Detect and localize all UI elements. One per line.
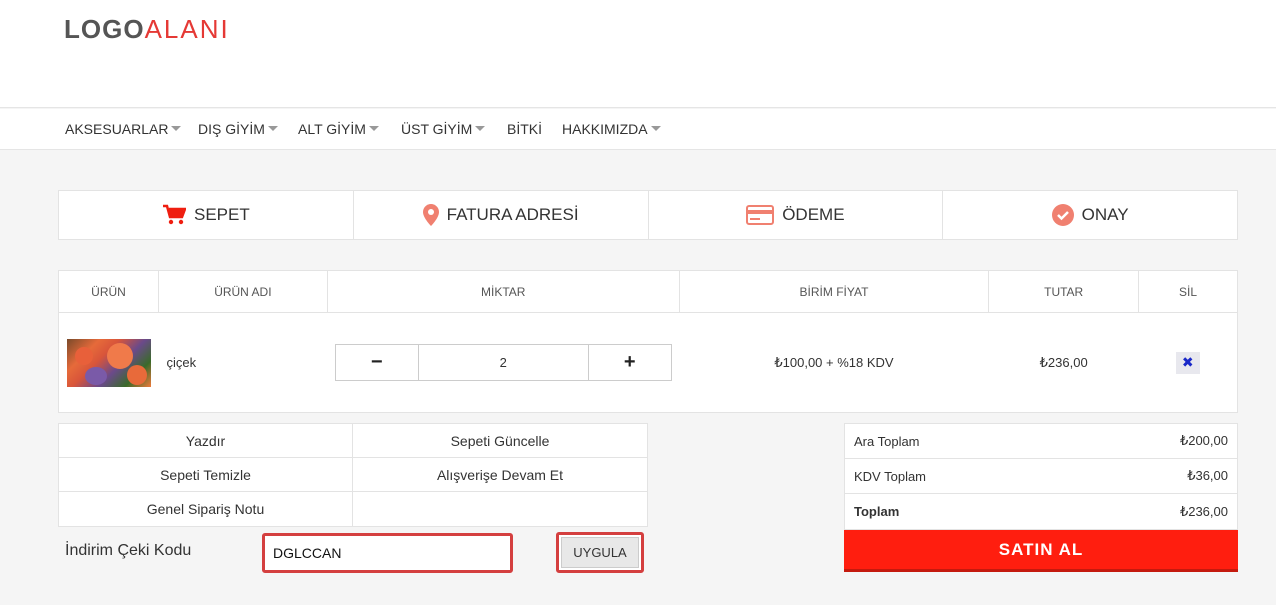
tax-value: ₺36,00	[1187, 468, 1228, 483]
table-row: çiçek − 2 + ₺100,00 + %18 KDV ₺236,00 ✖	[58, 312, 1238, 413]
step-onay[interactable]: ONAY	[943, 191, 1237, 239]
step-sepet[interactable]: SEPET	[59, 191, 354, 239]
order-totals: Ara Toplam ₺200,00 KDV Toplam ₺36,00 Topla…	[844, 423, 1238, 530]
quantity-stepper: − 2 +	[327, 344, 679, 381]
order-note-button[interactable]: Genel Sipariş Notu	[59, 492, 353, 526]
step-fatura-adresi[interactable]: FATURA ADRESİ	[354, 191, 649, 239]
site-header: LOGOALANI	[0, 0, 1276, 108]
col-header-urun: ÜRÜN	[58, 270, 159, 313]
apply-coupon-button[interactable]: UYGULA	[556, 532, 644, 573]
map-pin-icon	[422, 204, 439, 226]
checkout-steps: SEPET FATURA ADRESİ ÖDEME ONAY	[58, 190, 1238, 240]
subtotal-value: ₺200,00	[1179, 433, 1228, 448]
print-button[interactable]: Yazdır	[59, 424, 353, 458]
col-header-birim-fiyat: BİRİM FİYAT	[678, 270, 990, 313]
site-logo[interactable]: LOGOALANI	[64, 14, 230, 45]
product-image[interactable]	[67, 338, 151, 387]
col-header-urun-adi: ÜRÜN ADI	[157, 270, 328, 313]
cart-actions: Yazdır Sepeti Güncelle Sepeti Temizle Al…	[58, 423, 648, 527]
credit-card-icon	[746, 205, 775, 225]
cart-header-row: ÜRÜN ÜRÜN ADI MİKTAR BİRİM FİYAT TUTAR S…	[58, 270, 1238, 313]
continue-shopping-button[interactable]: Alışverişe Devam Et	[353, 458, 647, 492]
line-total: ₺236,00	[988, 312, 1139, 413]
buy-button[interactable]: SATIN AL	[844, 530, 1238, 572]
nav-item-alt-giyim[interactable]: ALT GİYİM	[298, 121, 379, 137]
delete-item-button[interactable]: ✖	[1175, 351, 1200, 374]
total-value: ₺236,00	[1179, 503, 1228, 519]
product-name[interactable]: çiçek	[158, 312, 328, 413]
cart-icon	[163, 204, 186, 225]
decrease-quantity-button[interactable]: −	[334, 344, 419, 381]
col-header-miktar: MİKTAR	[326, 270, 680, 313]
col-header-sil: SİL	[1138, 270, 1238, 313]
chevron-down-icon	[171, 125, 182, 131]
apply-coupon-label: UYGULA	[561, 537, 639, 568]
nav-item-ust-giyim[interactable]: ÜST GİYİM	[401, 121, 486, 137]
chevron-down-icon	[368, 125, 379, 131]
tax-row: KDV Toplam ₺36,00	[845, 459, 1237, 494]
chevron-down-icon	[475, 125, 486, 131]
nav-item-hakkimizda[interactable]: HAKKIMIZDA	[562, 121, 661, 137]
nav-item-bitki[interactable]: BİTKİ	[507, 121, 542, 137]
cart-table: ÜRÜN ÜRÜN ADI MİKTAR BİRİM FİYAT TUTAR S…	[58, 270, 1238, 413]
nav-item-aksesuarlar[interactable]: AKSESUARLAR	[65, 121, 182, 137]
col-header-tutar: TUTAR	[988, 270, 1140, 313]
increase-quantity-button[interactable]: +	[587, 344, 672, 381]
update-cart-button[interactable]: Sepeti Güncelle	[353, 424, 647, 458]
coupon-code-input[interactable]: DGLCCAN	[262, 533, 513, 573]
step-odeme[interactable]: ÖDEME	[649, 191, 944, 239]
unit-price: ₺100,00 + %18 KDV	[679, 312, 989, 413]
subtotal-row: Ara Toplam ₺200,00	[845, 424, 1237, 459]
check-circle-icon	[1051, 204, 1074, 226]
coupon-label: İndirim Çeki Kodu	[65, 542, 192, 559]
chevron-down-icon	[650, 125, 661, 131]
quantity-field[interactable]: 2	[418, 344, 588, 381]
empty-action-cell	[353, 492, 647, 526]
total-row: Toplam ₺236,00	[854, 503, 1228, 520]
clear-cart-button[interactable]: Sepeti Temizle	[59, 458, 353, 492]
chevron-down-icon	[267, 125, 278, 131]
main-nav: AKSESUARLAR DIŞ GİYİM ALT GİYİM ÜST GİYİ…	[0, 109, 1276, 150]
nav-item-dis-giyim[interactable]: DIŞ GİYİM	[198, 121, 278, 137]
